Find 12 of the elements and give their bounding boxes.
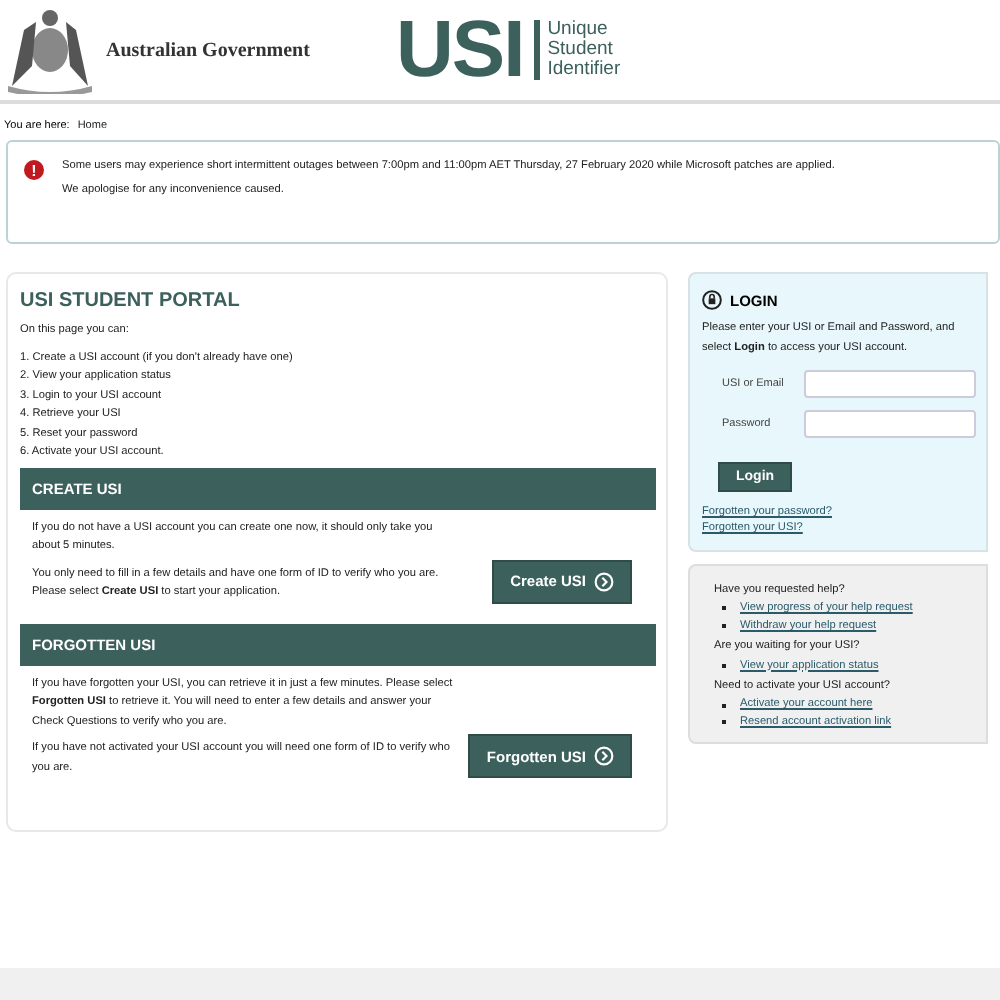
logo-text: Unique <box>547 20 608 41</box>
logo-mark: USI <box>396 10 524 90</box>
government-name: Australian Government <box>106 39 310 61</box>
arrow-circle-icon <box>594 746 614 766</box>
lock-icon <box>702 290 722 310</box>
input-field[interactable] <box>804 410 976 438</box>
logo-text: Student <box>547 40 613 60</box>
portal-title: USI STUDENT PORTAL <box>20 290 242 312</box>
arrow-circle-icon <box>594 571 614 591</box>
error-icon: ! <box>24 160 44 180</box>
logo-text: Identifier <box>547 59 621 80</box>
input-field[interactable] <box>804 370 976 398</box>
